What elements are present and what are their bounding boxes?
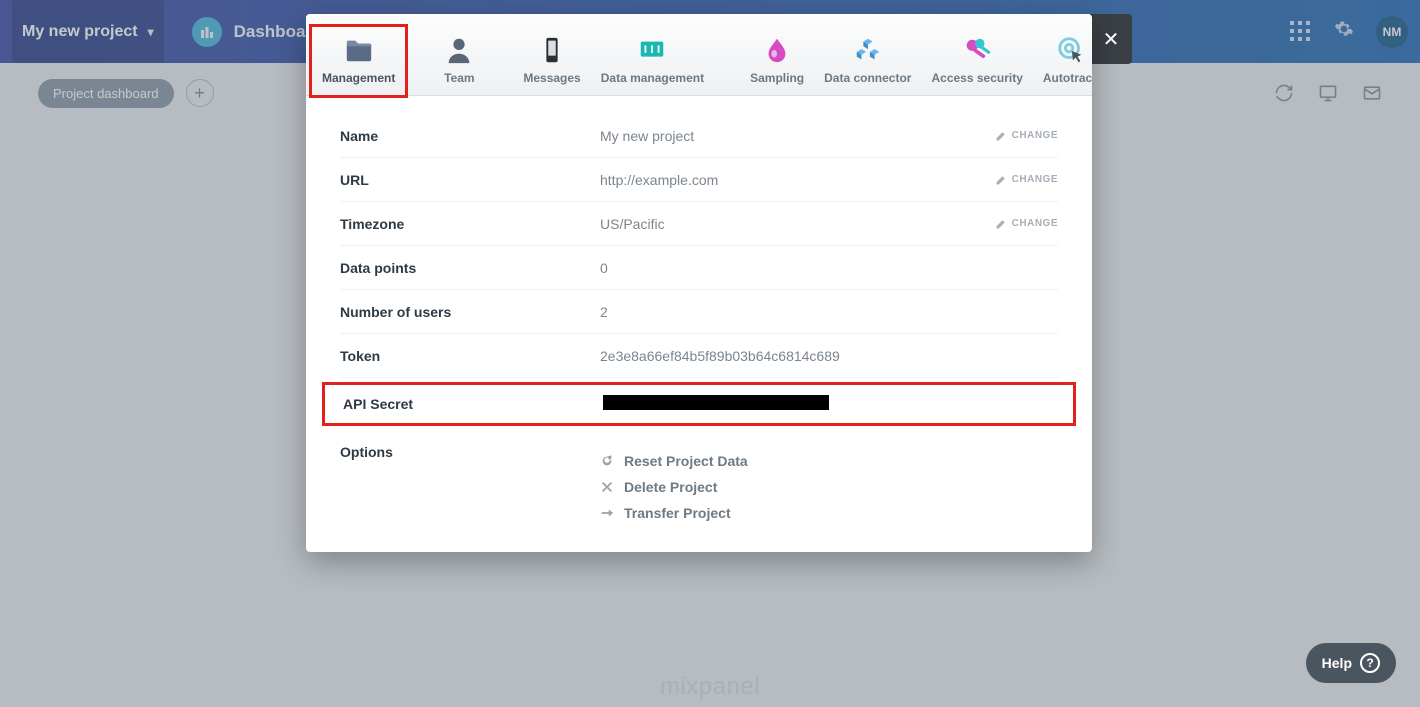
cursor-target-icon: [1053, 35, 1089, 65]
brand-logo: mixpanel: [660, 673, 760, 701]
tab-team[interactable]: Team: [431, 27, 487, 95]
tab-data-connector[interactable]: Data connector: [814, 27, 921, 95]
row-api-secret: API Secret: [322, 382, 1076, 426]
value-token[interactable]: 2e3e8a66ef84b5f89b03b64c6814c689: [600, 348, 1058, 364]
pencil-icon: [995, 130, 1007, 142]
tab-sampling[interactable]: Sampling: [740, 27, 814, 95]
person-icon: [441, 35, 477, 65]
help-button[interactable]: Help ?: [1306, 643, 1396, 683]
row-timezone: Timezone US/Pacific CHANGE: [340, 202, 1058, 246]
options-list: Reset Project Data Delete Project Transf…: [600, 444, 1058, 526]
tab-messages[interactable]: Messages: [513, 27, 590, 95]
value-num-users: 2: [600, 304, 1058, 320]
change-url-button[interactable]: CHANGE: [995, 174, 1058, 186]
cubes-icon: [850, 35, 886, 65]
refresh-small-icon: [600, 454, 614, 468]
modal-body: Name My new project CHANGE URL http://ex…: [306, 96, 1092, 552]
x-small-icon: [600, 480, 614, 494]
keys-icon: [959, 35, 995, 65]
arrow-right-icon: [600, 506, 614, 520]
value-url: http://example.com: [600, 172, 995, 188]
modal-tabs: Management Team Messages Data management: [306, 14, 1092, 96]
tab-data-connector-label: Data connector: [824, 71, 911, 85]
label-data-points: Data points: [340, 260, 600, 276]
help-label: Help: [1322, 655, 1352, 671]
help-question-icon: ?: [1360, 653, 1380, 673]
row-options: Options Reset Project Data Delete Projec…: [340, 434, 1058, 526]
pencil-icon: [995, 174, 1007, 186]
redacted-secret: [603, 395, 829, 410]
row-token: Token 2e3e8a66ef84b5f89b03b64c6814c689: [340, 334, 1058, 378]
row-data-points: Data points 0: [340, 246, 1058, 290]
label-timezone: Timezone: [340, 216, 600, 232]
label-num-users: Number of users: [340, 304, 600, 320]
tab-team-label: Team: [444, 71, 474, 85]
option-reset-project-data[interactable]: Reset Project Data: [600, 448, 1058, 474]
tab-data-management[interactable]: Data management: [591, 27, 714, 95]
change-name-button[interactable]: CHANGE: [995, 130, 1058, 142]
label-token: Token: [340, 348, 600, 364]
pencil-icon: [995, 218, 1007, 230]
option-transfer-project[interactable]: Transfer Project: [600, 500, 1058, 526]
tab-management-label: Management: [322, 71, 395, 85]
tab-autotrack-label: Autotrack: [1043, 71, 1092, 85]
label-name: Name: [340, 128, 600, 144]
row-num-users: Number of users 2: [340, 290, 1058, 334]
equalizer-icon: [634, 35, 670, 65]
value-name: My new project: [600, 128, 995, 144]
option-delete-project[interactable]: Delete Project: [600, 474, 1058, 500]
tab-data-management-label: Data management: [601, 71, 704, 85]
label-url: URL: [340, 172, 600, 188]
value-timezone: US/Pacific: [600, 216, 995, 232]
tab-management[interactable]: Management: [312, 27, 405, 95]
value-api-secret[interactable]: [603, 395, 1073, 413]
folder-icon: [341, 35, 377, 65]
row-url: URL http://example.com CHANGE: [340, 158, 1058, 202]
label-api-secret: API Secret: [325, 396, 603, 412]
tab-access-security[interactable]: Access security: [921, 27, 1032, 95]
change-timezone-button[interactable]: CHANGE: [995, 218, 1058, 230]
value-data-points: 0: [600, 260, 1058, 276]
label-options: Options: [340, 444, 600, 460]
tab-messages-label: Messages: [523, 71, 580, 85]
droplet-icon: [759, 35, 795, 65]
row-name: Name My new project CHANGE: [340, 114, 1058, 158]
tab-access-security-label: Access security: [931, 71, 1022, 85]
tab-autotrack[interactable]: Autotrack: [1033, 27, 1092, 95]
settings-modal: Management Team Messages Data management: [306, 14, 1132, 552]
tab-sampling-label: Sampling: [750, 71, 804, 85]
phone-icon: [534, 35, 570, 65]
